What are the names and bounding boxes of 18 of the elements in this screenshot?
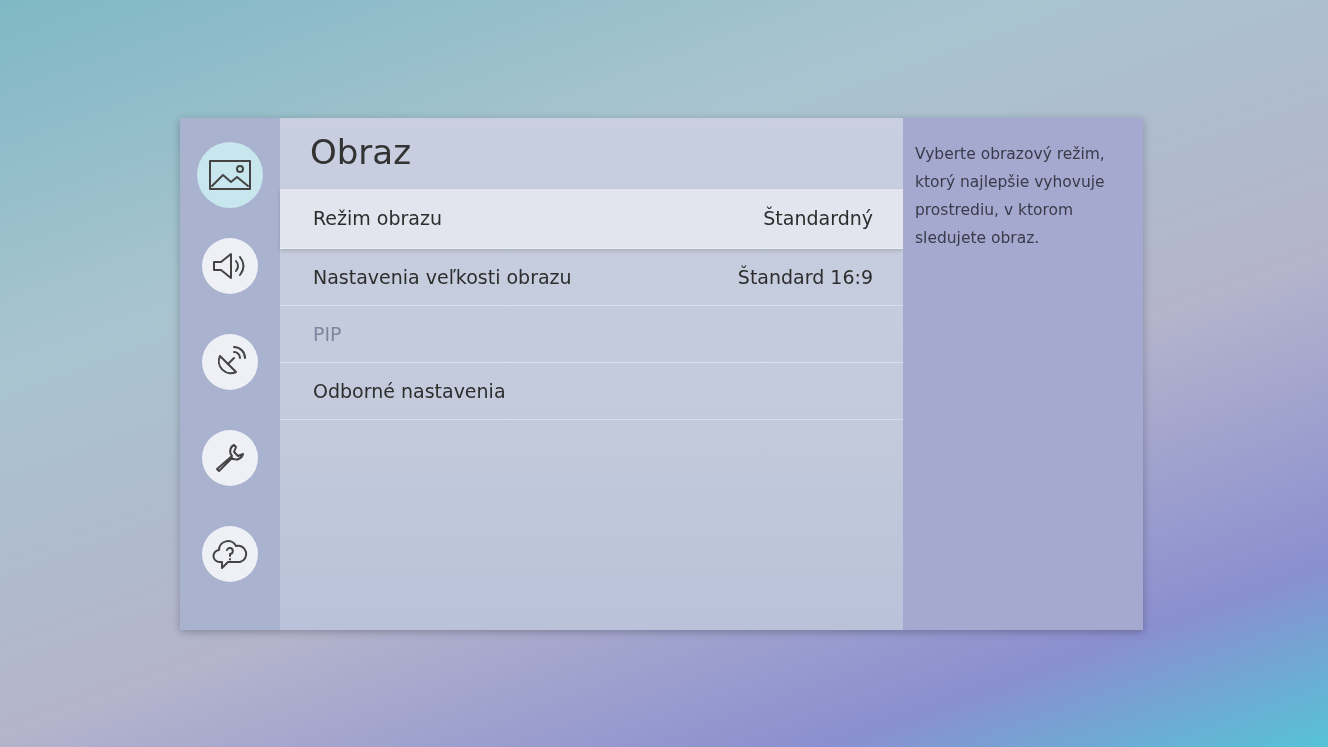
chat-question-icon — [212, 538, 248, 570]
picture-icon — [209, 160, 251, 190]
chat-question-menu-button[interactable] — [202, 526, 258, 582]
satellite-dish-menu-button[interactable] — [202, 334, 258, 390]
help-text: Vyberte obrazový režim, ktorý najlepšie vyhovuje prostrediu, v ktorom sledujete obraz. — [903, 118, 1143, 630]
wrench-menu-button[interactable] — [202, 430, 258, 486]
wrench-icon — [214, 442, 246, 474]
menu-item[interactable]: Režim obrazu Štandardný — [280, 188, 903, 249]
speaker-menu-button[interactable] — [202, 238, 258, 294]
menu-item-label: Nastavenia veľkosti obrazu — [313, 264, 572, 290]
menu-title: Obraz — [309, 131, 412, 174]
menu-item-value: Štandard 16:9 — [737, 264, 873, 290]
menu-item-label: Odborné nastavenia — [313, 378, 506, 404]
menu-item-label: PIP — [313, 321, 342, 347]
menu-item[interactable]: Odborné nastavenia — [280, 362, 903, 420]
menu-item-value: Štandardný — [763, 205, 873, 232]
menu-item-label: Režim obrazu — [313, 206, 442, 232]
menu-item[interactable]: Nastavenia veľkosti obrazu Štandard 16:9 — [280, 248, 903, 306]
